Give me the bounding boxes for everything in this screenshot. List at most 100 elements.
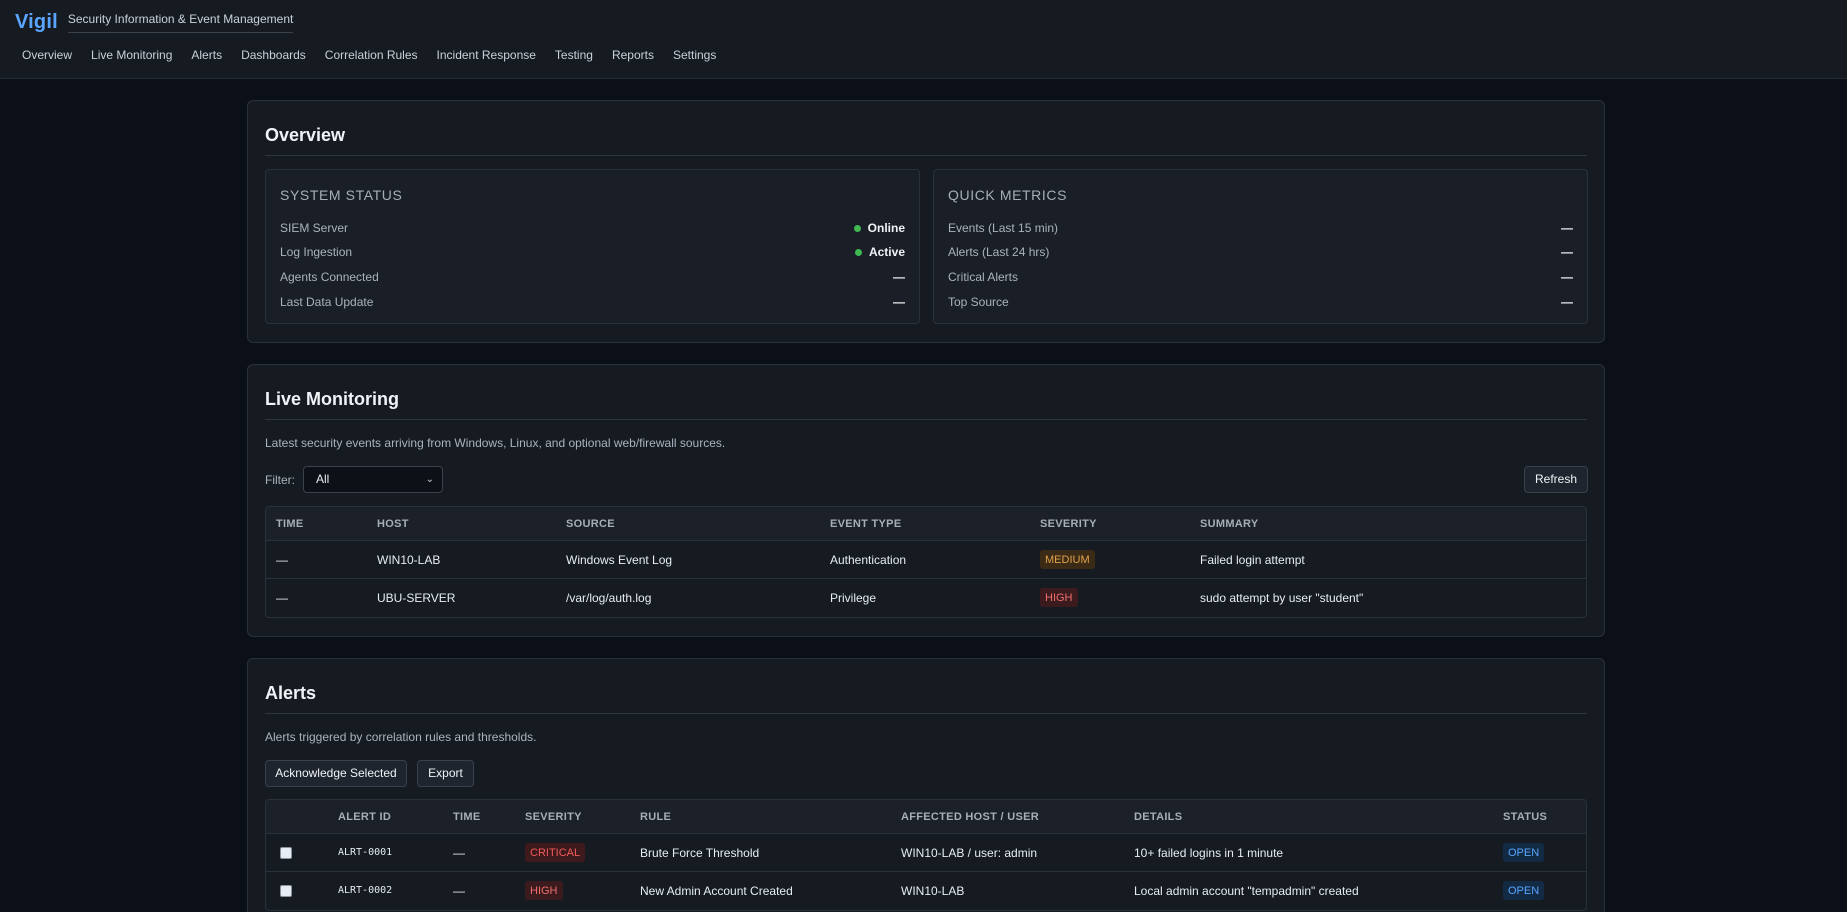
event-summary: Failed login attempt	[1200, 553, 1305, 567]
nav-testing[interactable]: Testing	[555, 48, 593, 62]
column-header[interactable]: HOST	[377, 518, 409, 530]
column-header[interactable]: ALERT ID	[338, 811, 391, 823]
metric-value: —	[1561, 270, 1573, 284]
status-badge: OPEN	[1503, 881, 1545, 900]
event-type: Authentication	[830, 553, 907, 567]
nav-reports[interactable]: Reports	[612, 48, 654, 62]
event-host: UBU-SERVER	[377, 591, 456, 605]
online-dot-icon	[854, 248, 862, 256]
table-row[interactable]: ALRT-0002 — HIGH New Admin Account Creat…	[266, 872, 1586, 910]
brand: Vigil Security Information & Event Manag…	[15, 10, 294, 34]
app-tagline: Security Information & Event Management	[67, 12, 294, 33]
row-checkbox[interactable]	[280, 885, 292, 897]
severity-badge: HIGH	[525, 881, 563, 900]
metric-label: Alerts (Last 24 hrs)	[948, 245, 1050, 259]
alert-details: 10+ failed logins in 1 minute	[1134, 846, 1284, 860]
event-source: Windows Event Log	[566, 553, 673, 567]
live-monitoring-description: Latest security events arriving from Win…	[265, 436, 726, 450]
quick-metrics-title: QUICK METRICS	[948, 187, 1068, 203]
live-monitoring-title: Live Monitoring	[265, 389, 399, 409]
column-header[interactable]: TIME	[276, 518, 303, 530]
nav-incident-response[interactable]: Incident Response	[437, 48, 536, 62]
event-source: /var/log/auth.log	[566, 591, 652, 605]
alert-time: —	[453, 884, 465, 898]
log-ingestion-status: Active	[868, 245, 905, 259]
main-nav: Overview Live Monitoring Alerts Dashboar…	[22, 48, 735, 62]
metric-label: Events (Last 15 min)	[948, 221, 1059, 235]
filter-selected-value: All	[316, 472, 330, 486]
column-header[interactable]: EVENT TYPE	[830, 518, 901, 530]
quick-metrics-card: QUICK METRICS Events (Last 15 min) — Ale…	[933, 169, 1588, 324]
divider	[265, 155, 1587, 156]
status-row: Log Ingestion Active	[280, 245, 905, 261]
severity-badge: CRITICAL	[525, 843, 586, 862]
status-row: Agents Connected —	[280, 270, 905, 286]
alert-id: ALRT-0002	[338, 885, 393, 896]
status-row: SIEM Server Online	[280, 221, 905, 237]
system-status-card: SYSTEM STATUS SIEM Server Online Log Ing…	[265, 169, 920, 324]
status-row: Last Data Update —	[280, 295, 905, 311]
divider	[265, 713, 1587, 714]
metric-row: Critical Alerts —	[948, 270, 1573, 286]
alerts-title: Alerts	[265, 683, 317, 703]
acknowledge-selected-button[interactable]: Acknowledge Selected	[265, 760, 407, 787]
agents-connected-value: —	[893, 270, 905, 284]
alert-details: Local admin account "tempadmin" created	[1134, 884, 1359, 898]
filter-select[interactable]: All ⌄	[303, 466, 443, 493]
top-bar: Vigil Security Information & Event Manag…	[0, 0, 1847, 79]
app-logo[interactable]: Vigil	[15, 11, 58, 34]
alert-affected: WIN10-LAB / user: admin	[901, 846, 1038, 860]
nav-overview[interactable]: Overview	[22, 48, 72, 62]
overview-panel: Overview SYSTEM STATUS SIEM Server Onlin…	[247, 100, 1605, 343]
row-checkbox[interactable]	[280, 847, 292, 859]
nav-settings[interactable]: Settings	[673, 48, 716, 62]
metric-label: Top Source	[948, 295, 1009, 309]
table-row[interactable]: — UBU-SERVER /var/log/auth.log Privilege…	[266, 579, 1586, 617]
alerts-table: ALERT ID TIME SEVERITY RULE AFFECTED HOS…	[265, 799, 1587, 911]
column-header[interactable]: SOURCE	[566, 518, 615, 530]
status-label: Log Ingestion	[280, 245, 353, 259]
nav-dashboards[interactable]: Dashboards	[241, 48, 306, 62]
column-header[interactable]: DETAILS	[1134, 811, 1182, 823]
metric-value: —	[1561, 221, 1573, 235]
siem-server-status: Online	[867, 221, 905, 235]
live-monitoring-panel: Live Monitoring Latest security events a…	[247, 364, 1605, 637]
nav-live-monitoring[interactable]: Live Monitoring	[91, 48, 172, 62]
metric-label: Critical Alerts	[948, 270, 1019, 284]
online-dot-icon	[853, 224, 861, 232]
table-header: ALERT ID TIME SEVERITY RULE AFFECTED HOS…	[266, 800, 1586, 834]
event-type: Privilege	[830, 591, 877, 605]
event-time: —	[276, 553, 288, 567]
column-header[interactable]: STATUS	[1503, 811, 1547, 823]
nav-correlation-rules[interactable]: Correlation Rules	[325, 48, 418, 62]
filter-label: Filter:	[265, 473, 295, 487]
column-header[interactable]: SEVERITY	[525, 811, 582, 823]
chevron-down-icon: ⌄	[425, 474, 434, 485]
last-update-value: —	[893, 295, 905, 309]
column-header[interactable]: SEVERITY	[1040, 518, 1097, 530]
status-label: SIEM Server	[280, 221, 349, 235]
column-header[interactable]: RULE	[640, 811, 671, 823]
column-header[interactable]: TIME	[453, 811, 480, 823]
metric-row: Top Source —	[948, 295, 1573, 311]
alerts-panel: Alerts Alerts triggered by correlation r…	[247, 658, 1605, 912]
status-label: Last Data Update	[280, 295, 374, 309]
status-badge: OPEN	[1503, 843, 1545, 862]
nav-alerts[interactable]: Alerts	[191, 48, 222, 62]
status-label: Agents Connected	[280, 270, 379, 284]
events-table: TIME HOST SOURCE EVENT TYPE SEVERITY SUM…	[265, 506, 1587, 618]
column-header[interactable]: SUMMARY	[1200, 518, 1259, 530]
alerts-description: Alerts triggered by correlation rules an…	[265, 730, 537, 744]
column-header[interactable]: AFFECTED HOST / USER	[901, 811, 1039, 823]
refresh-button[interactable]: Refresh	[1524, 466, 1588, 493]
table-row[interactable]: ALRT-0001 — CRITICAL Brute Force Thresho…	[266, 834, 1586, 872]
metric-row: Alerts (Last 24 hrs) —	[948, 245, 1573, 261]
overview-title: Overview	[265, 125, 346, 145]
event-summary: sudo attempt by user "student"	[1200, 591, 1364, 605]
table-row[interactable]: — WIN10-LAB Windows Event Log Authentica…	[266, 541, 1586, 579]
severity-badge: HIGH	[1040, 588, 1078, 607]
metric-row: Events (Last 15 min) —	[948, 221, 1573, 237]
export-button[interactable]: Export	[417, 760, 474, 787]
status-value: Online	[853, 221, 905, 235]
alert-rule: Brute Force Threshold	[640, 846, 760, 860]
